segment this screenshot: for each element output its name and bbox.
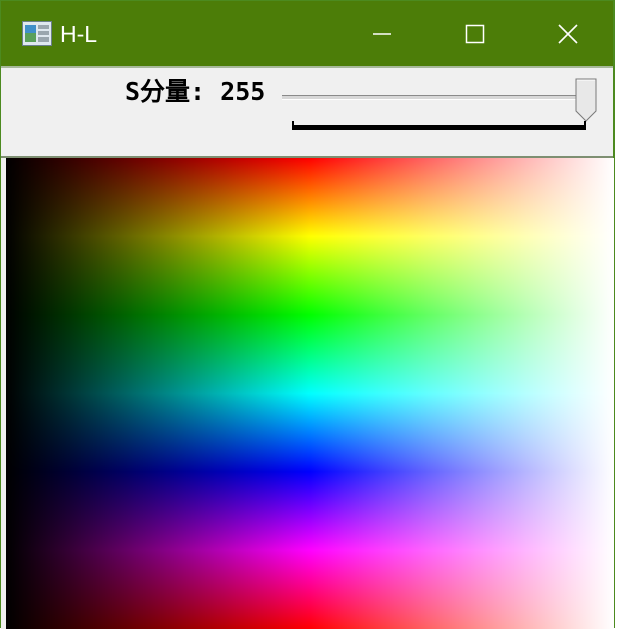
- slider-track[interactable]: [282, 95, 590, 100]
- title-bar[interactable]: H-L: [1, 1, 613, 66]
- close-button[interactable]: [521, 1, 614, 66]
- window-title: H-L: [60, 21, 98, 47]
- maximize-button[interactable]: [428, 1, 521, 66]
- minimize-icon: [372, 32, 391, 35]
- slider-scale-bar: [292, 125, 586, 130]
- slider-tick-min: [292, 121, 294, 130]
- slider-thumb[interactable]: [575, 78, 597, 122]
- maximize-icon: [465, 24, 484, 43]
- slider-tick-max: [584, 121, 586, 130]
- s-component-label: S分量: 255: [125, 77, 266, 106]
- hl-window: H-L S分量: 255: [0, 0, 615, 629]
- app-image-icon: [22, 21, 52, 46]
- hue-lightness-canvas: [6, 158, 614, 629]
- minimize-button[interactable]: [335, 1, 428, 66]
- slider-panel: S分量: 255: [1, 66, 613, 158]
- close-icon: [557, 23, 578, 44]
